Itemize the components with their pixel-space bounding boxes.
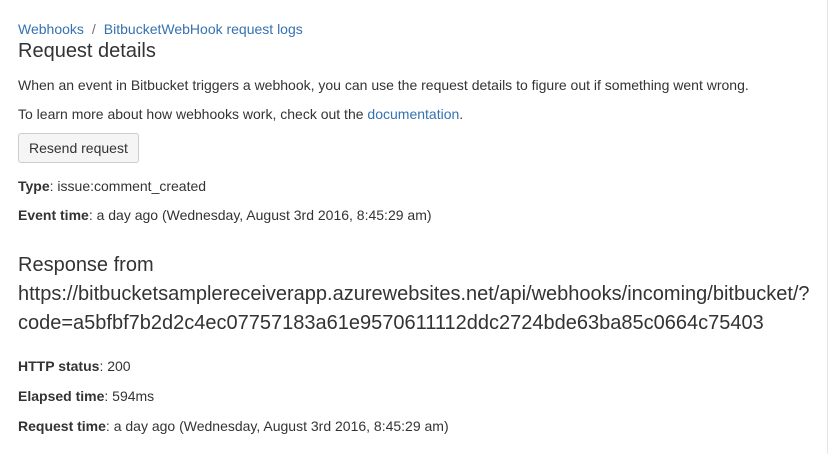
request-time-label: Request time (18, 418, 106, 434)
http-status-value: : 200 (99, 358, 131, 374)
response-heading: Response from https://bitbucketsamplerece… (18, 251, 818, 338)
page-title: Request details (18, 40, 156, 62)
request-time-value: : a day ago (Wednesday, August 3rd 2016,… (105, 418, 449, 434)
learn-more-prefix: To learn more about how webhooks work, c… (18, 106, 368, 122)
event-time-label: Event time (18, 207, 89, 223)
intro-text: When an event in Bitbucket triggers a we… (18, 77, 749, 93)
learn-more-suffix: . (459, 106, 464, 122)
learn-more-text: To learn more about how webhooks work, c… (18, 105, 818, 123)
breadcrumb-webhooks-link[interactable]: Webhooks (18, 21, 84, 37)
type-field: Type: issue:comment_created (18, 177, 818, 195)
breadcrumb-request-logs-link[interactable]: BitbucketWebHook request logs (104, 21, 303, 37)
elapsed-time-value: : 594ms (104, 388, 155, 404)
page-right-border (827, 0, 828, 454)
http-status-field: HTTP status: 200 (18, 357, 818, 375)
event-time-value: : a day ago (Wednesday, August 3rd 2016,… (88, 207, 432, 223)
response-heading-prefix: Response from (18, 254, 154, 276)
request-time-field: Request time: a day ago (Wednesday, Augu… (18, 417, 818, 435)
resend-request-button[interactable]: Resend request (18, 133, 139, 163)
type-value: : issue:comment_created (49, 178, 207, 194)
type-label: Type (18, 178, 50, 194)
response-url: https://bitbucketsamplereceiverapp.azure… (18, 283, 810, 334)
breadcrumb: Webhooks / BitbucketWebHook request logs (18, 20, 818, 38)
elapsed-time-field: Elapsed time: 594ms (18, 387, 818, 405)
documentation-link[interactable]: documentation (367, 106, 459, 122)
http-status-label: HTTP status (18, 358, 100, 374)
breadcrumb-separator: / (91, 21, 96, 37)
elapsed-time-label: Elapsed time (18, 388, 105, 404)
event-time-field: Event time: a day ago (Wednesday, August… (18, 206, 818, 224)
main-content: Webhooks / BitbucketWebHook request logs R… (18, 20, 818, 435)
